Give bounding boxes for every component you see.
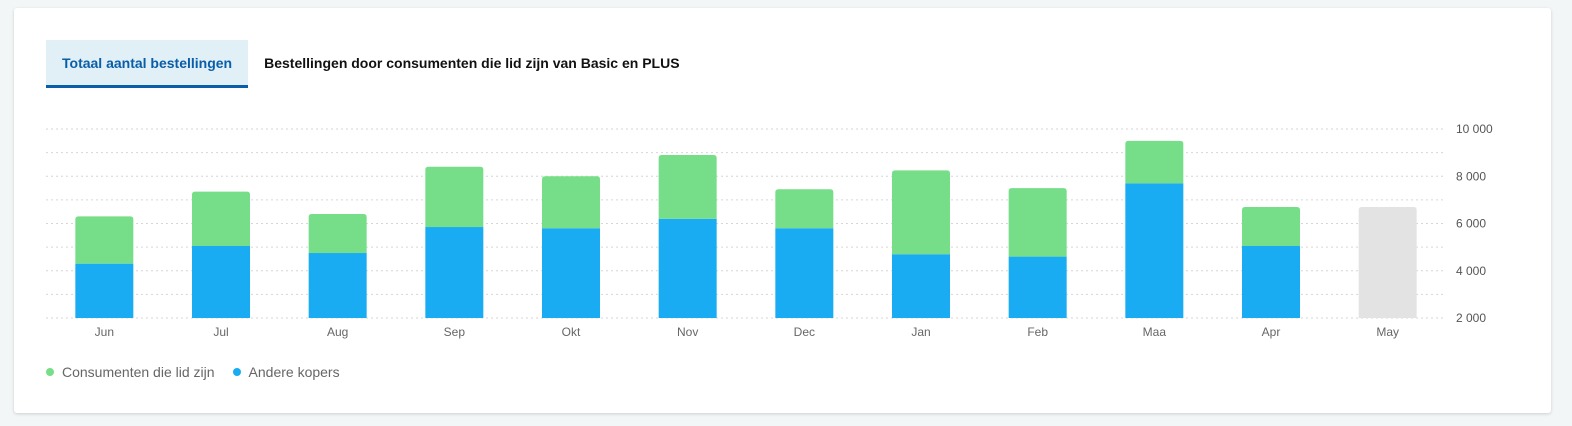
bar-members-apr[interactable] [1242,206,1300,246]
bar-others-aug[interactable] [308,253,367,318]
bar-incomplete-may[interactable] [1358,206,1417,318]
bar-members-maa[interactable] [1125,140,1184,184]
bars [75,140,1417,318]
x-tick-label: Nov [677,325,698,339]
chart-card: Totaal aantal bestellingen Bestellingen … [14,8,1551,413]
x-tick-label: Jun [95,325,114,339]
x-tick-label: Apr [1262,325,1281,339]
legend-item-others[interactable]: Andere kopers [232,364,340,380]
bar-members-jan[interactable] [892,170,950,255]
y-tick-label: 8 000 [1456,169,1486,183]
y-tick-label: 2 000 [1456,311,1486,325]
x-tick-label: Maa [1143,325,1167,339]
bar-others-jan[interactable] [892,254,950,318]
x-tick-label: Sep [444,325,466,339]
bar-members-nov[interactable] [658,154,717,219]
bar-others-maa[interactable] [1125,183,1184,318]
legend-item-members[interactable]: Consumenten die lid zijn [46,364,215,380]
bar-members-jul[interactable] [192,191,250,246]
bar-others-jul[interactable] [192,245,250,318]
x-tick-label: Aug [327,325,348,339]
bar-others-sep[interactable] [425,227,484,318]
bar-members-okt[interactable] [542,176,600,229]
x-tick-label: Jul [213,325,228,339]
bar-members-sep[interactable] [425,166,484,228]
y-tick-label: 10 000 [1456,122,1493,136]
chart-legend: Consumenten die lid zijn Andere kopers [46,364,340,380]
bar-others-feb[interactable] [1008,256,1067,318]
bar-others-okt[interactable] [542,228,600,318]
x-tick-label: Okt [562,325,581,339]
bar-members-aug[interactable] [308,214,367,254]
legend-label-members: Consumenten die lid zijn [62,364,215,380]
bar-others-jun[interactable] [75,263,134,318]
bar-members-dec[interactable] [775,189,834,229]
x-tick-label: Feb [1027,325,1048,339]
x-tick-label: Jan [911,325,930,339]
x-tick-label: Dec [794,325,815,339]
legend-dot-members [46,368,54,376]
bar-others-nov[interactable] [658,218,717,318]
legend-label-others: Andere kopers [248,364,340,380]
grid-lines [46,128,1446,319]
orders-bar-chart: 2 000 4 000 6 000 8 000 10 000 Jun Jul Aug Sep Ok… [46,122,1493,339]
bar-members-feb[interactable] [1008,188,1067,257]
x-tick-label: May [1376,325,1399,339]
y-tick-label: 6 000 [1456,217,1486,231]
bar-members-jun[interactable] [75,216,134,264]
bar-others-apr[interactable] [1242,245,1300,318]
y-tick-label: 4 000 [1456,264,1486,278]
bar-others-dec[interactable] [775,228,834,318]
legend-dot-others [232,368,241,376]
